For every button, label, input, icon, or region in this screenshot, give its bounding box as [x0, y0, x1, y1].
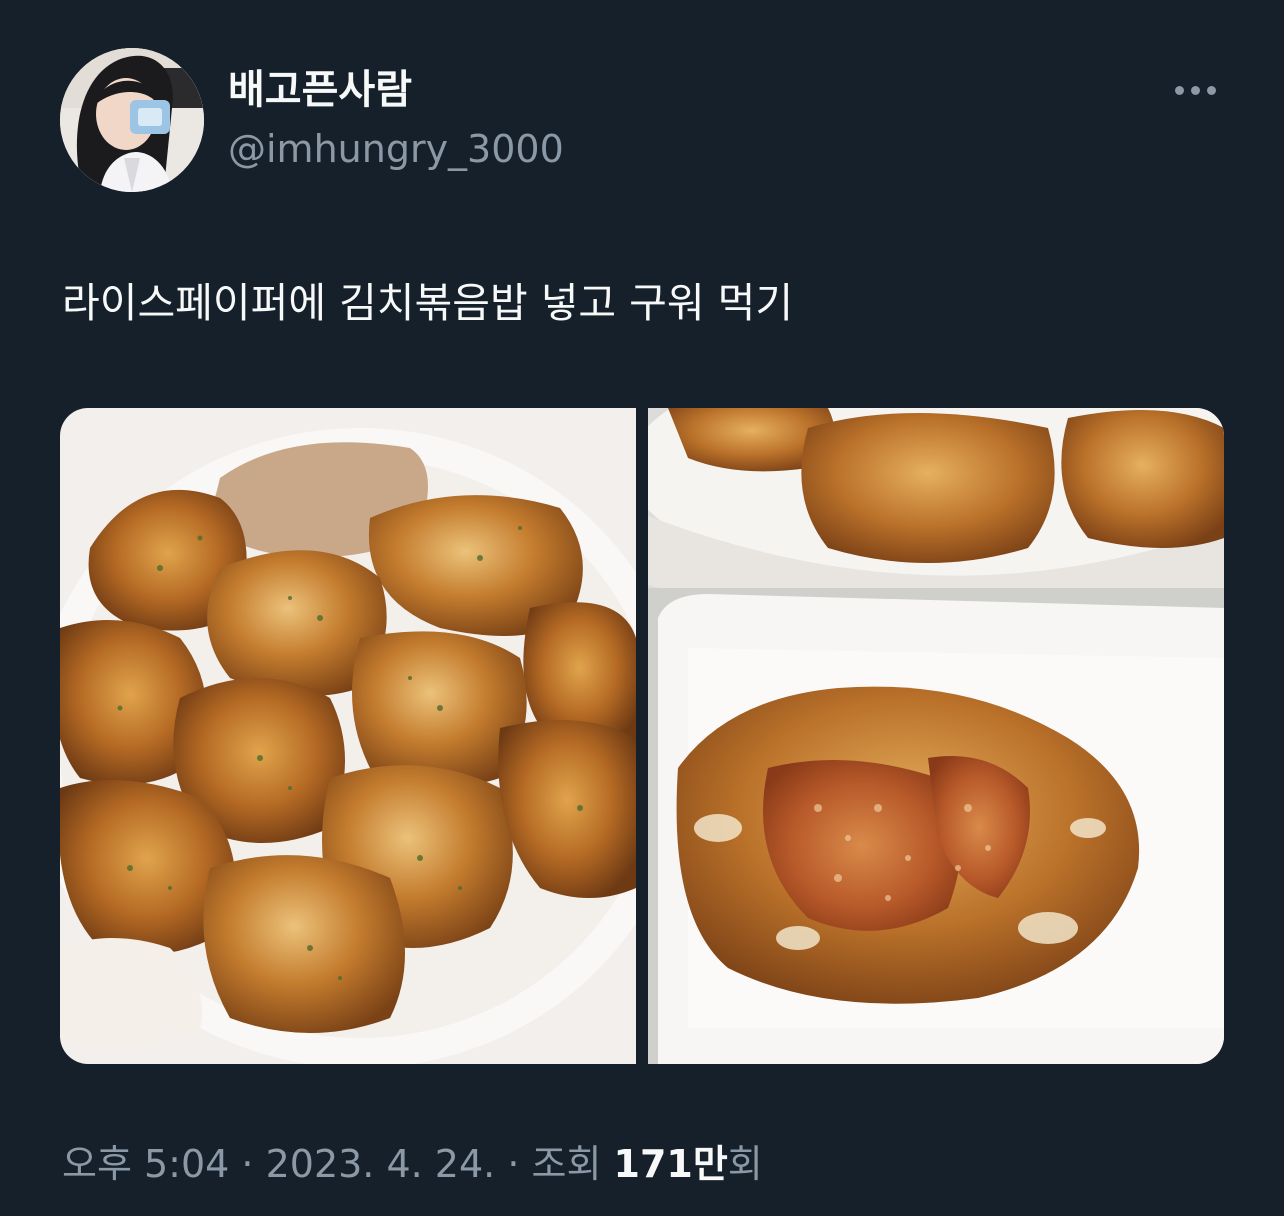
- meta-separator: ·: [229, 1142, 266, 1186]
- tweet-text: 라이스페이퍼에 김치볶음밥 넣고 구워 먹기: [62, 279, 794, 327]
- views-suffix: 회: [727, 1142, 763, 1186]
- tweet: 배고픈사람 @imhungry_3000 라이스페이퍼에 김치볶음밥 넣고 구워…: [0, 0, 1284, 1216]
- photo-cut-open-rice-paper[interactable]: [648, 408, 1224, 1064]
- views-label: 조회: [531, 1142, 602, 1186]
- author-display-name[interactable]: 배고픈사람: [228, 64, 412, 116]
- tweet-time[interactable]: 오후 5:04: [62, 1142, 229, 1186]
- author-handle[interactable]: @imhungry_3000: [228, 124, 564, 174]
- tweet-meta: 오후 5:04 · 2023. 4. 24. · 조회 171만회: [62, 1138, 763, 1190]
- media-grid: [60, 408, 1224, 1064]
- avatar[interactable]: [60, 48, 204, 192]
- photo-rice-paper-plate[interactable]: [60, 408, 636, 1064]
- views-count: 171만: [613, 1142, 728, 1186]
- meta-separator: ·: [495, 1142, 532, 1186]
- more-horizontal-icon[interactable]: [1166, 72, 1226, 108]
- tweet-date[interactable]: 2023. 4. 24.: [266, 1142, 496, 1186]
